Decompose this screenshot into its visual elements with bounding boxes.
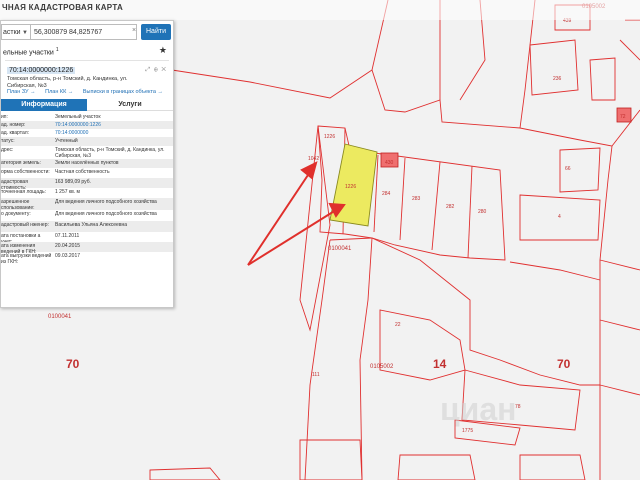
clear-icon[interactable]: × xyxy=(132,27,136,34)
tab-info[interactable]: Информация xyxy=(1,99,87,111)
attribute-row: орма собственности: Частная собственность xyxy=(1,168,173,178)
tab-services[interactable]: Услуги xyxy=(87,99,173,111)
attribute-row: ата выгрузки ведений из ГКН: 09.03.2017 xyxy=(1,252,173,265)
search-type-select[interactable]: астки ▼ xyxy=(1,24,31,40)
label-parcel-top-left: 1226 xyxy=(324,134,335,140)
attribute-row: о документу: Для ведения личного подсобно… xyxy=(1,210,173,221)
label-parcel-1775: 1775 xyxy=(462,428,473,434)
attribute-row: ип: Земельный участок xyxy=(1,113,173,121)
card-address: Томская область, р-н Томский, д. Кандинк… xyxy=(7,76,128,89)
attribute-row: дрес: Томская область, р-н Томский, д. Ка… xyxy=(1,146,173,159)
watermark-text: циан xyxy=(440,391,516,427)
attribute-value: 20.04.2015 xyxy=(55,243,81,249)
label-quarter-under-panel: 0100041 xyxy=(48,314,72,320)
search-input[interactable] xyxy=(31,24,137,40)
link-plan-kk[interactable]: План КК → xyxy=(45,89,73,95)
card-links: План ЗУ → План КК → Выписки в границах о… xyxy=(7,89,171,95)
section-title: ельные участки 1 xyxy=(3,47,59,57)
attribute-value[interactable]: 70:14:0000000 xyxy=(55,130,169,136)
link-plan-zu[interactable]: План ЗУ → xyxy=(7,89,36,95)
attribute-row: ата изменения ведений в ГКН: 20.04.2015 xyxy=(1,242,173,255)
attribute-label: адастровый нженер: xyxy=(1,222,49,228)
search-button[interactable]: Найти xyxy=(141,24,171,40)
top-bar: ЧНАЯ КАДАСТРОВАЯ КАРТА xyxy=(0,0,640,20)
attribute-label: дрес: xyxy=(1,147,14,153)
attribute-label: точненная лощадь: xyxy=(1,189,47,195)
star-icon[interactable]: ★ xyxy=(159,45,167,56)
search-row: астки ▼ × Найти xyxy=(1,24,173,42)
attribute-row: азрешенное спользование: Для ведения личн… xyxy=(1,198,173,211)
label-parcel-1042: 1042 xyxy=(308,156,319,162)
label-parcel-236: 236 xyxy=(553,76,562,82)
link-extracts[interactable]: Выписки в границах объекта → xyxy=(83,89,163,95)
divider xyxy=(5,60,169,61)
attribute-value: Васильева Ульяна Алексеевна xyxy=(55,222,128,228)
attribute-row: адастровая стоимость: 163 989,09 руб. xyxy=(1,178,173,191)
attribute-label: о документу: xyxy=(1,211,31,217)
label-parcel-284: 284 xyxy=(382,191,391,197)
attribute-row: татус: Учтенный xyxy=(1,137,173,146)
label-parcel-72: 72 xyxy=(620,114,626,120)
attribute-label: орма собственности: xyxy=(1,169,50,175)
label-parcel-283: 283 xyxy=(412,196,421,202)
attribute-value[interactable]: 70:14:0000000:1226 xyxy=(55,122,169,128)
label-parcel-111: 111 xyxy=(312,372,320,378)
attribute-label: атегория земель: xyxy=(1,160,41,166)
attribute-row: адастровый нженер: Васильева Ульяна Алекс… xyxy=(1,221,173,232)
tabs: Информация Услуги xyxy=(1,99,173,111)
label-quarter-0100041: 0100041 xyxy=(328,246,352,252)
label-district-right: 70 xyxy=(557,357,571,371)
attribute-value: 163 989,09 руб. xyxy=(55,179,91,185)
label-parcel-430: 430 xyxy=(385,160,394,166)
attribute-value: Частная собственность xyxy=(55,169,110,175)
attribute-value: Для ведения личного подсобного хозяйства xyxy=(55,199,157,205)
label-quarter-bottom: 0105002 xyxy=(370,364,394,370)
attribute-label: ад. квартал: xyxy=(1,130,30,136)
attribute-value: 09.03.2017 xyxy=(55,253,81,259)
attribute-value: Земельный участок xyxy=(55,114,101,120)
attribute-value: Томская область, р-н Томский, д. Кандинк… xyxy=(55,147,165,159)
attribute-value: Земли населённых пунктов xyxy=(55,160,119,166)
card-tools-icons[interactable]: ⤢ ⊕ ✕ xyxy=(145,67,167,74)
attribute-label: татус: xyxy=(1,138,15,144)
label-parcel-282: 282 xyxy=(446,204,455,210)
label-parcel-22: 22 xyxy=(395,322,401,328)
attribute-value: Учтенный xyxy=(55,138,78,144)
attribute-row: ата постановки а учет:07.11.2011 xyxy=(1,232,173,245)
chevron-down-icon: ▼ xyxy=(22,30,28,36)
attribute-value: 07.11.2011 xyxy=(55,233,80,239)
attribute-row: точненная лощадь: 1 257 кв. м xyxy=(1,188,173,198)
app-title: ЧНАЯ КАДАСТРОВАЯ КАРТА xyxy=(2,3,124,12)
label-parcel-66: 66 xyxy=(565,166,571,172)
attribute-label: ип: xyxy=(1,114,8,120)
attribute-value: Для ведения личного подсобного хозяйства xyxy=(55,211,157,217)
search-type-label: астки xyxy=(3,29,21,36)
cadastral-id[interactable]: 70:14:0000000:1226 xyxy=(7,67,76,74)
label-parcel-4: 4 xyxy=(558,214,561,220)
section-header: ельные участки 1 ★ xyxy=(1,45,173,59)
attribute-value: 1 257 кв. м xyxy=(55,189,80,195)
attribute-row: ад. квартал: 70:14:0000000 xyxy=(1,129,173,137)
attribute-row: ад. номер: 70:14:0000000:1226 xyxy=(1,121,173,129)
label-district-center: 14 xyxy=(433,357,447,371)
attribute-row: атегория земель: Земли населённых пунктов xyxy=(1,159,173,168)
label-district-left: 70 xyxy=(66,357,80,371)
label-parcel-highlight: 1226 xyxy=(345,184,356,190)
attribute-label: ад. номер: xyxy=(1,122,26,128)
label-parcel-280: 280 xyxy=(478,209,487,215)
attribute-label: ата выгрузки ведений из ГКН: xyxy=(1,253,52,265)
info-panel: астки ▼ × Найти ельные участки 1 ★ 70:14… xyxy=(0,20,174,308)
